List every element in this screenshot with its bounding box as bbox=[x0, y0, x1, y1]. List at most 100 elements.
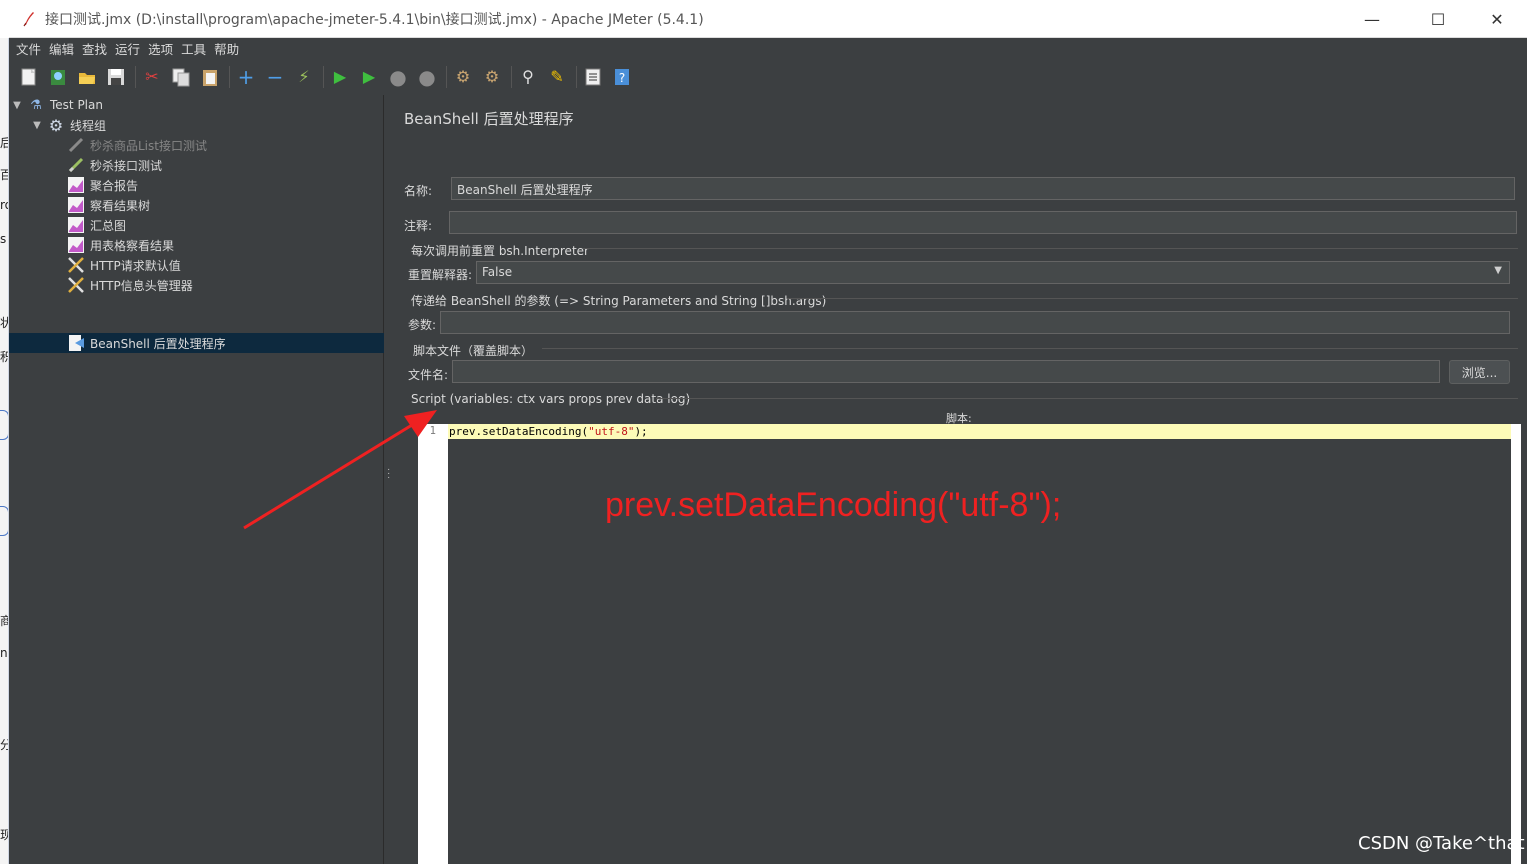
listener-icon bbox=[67, 216, 85, 234]
tree-item-listener[interactable]: 察看结果树 bbox=[67, 195, 150, 215]
tree-item-config[interactable]: HTTP信息头管理器 bbox=[67, 275, 193, 295]
tree-item-sampler[interactable]: 秒杀接口测试 bbox=[67, 155, 162, 175]
tree-item-label: 线程组 bbox=[70, 118, 107, 133]
bg-fragment: ro bbox=[0, 198, 8, 212]
menu-tools[interactable]: 工具 bbox=[177, 39, 210, 58]
tree-item-label: 汇总图 bbox=[90, 218, 127, 233]
reset-interpreter-select[interactable]: False ▼ bbox=[476, 261, 1510, 284]
tree-item-label: Test Plan bbox=[50, 98, 103, 112]
group-border bbox=[583, 248, 1518, 249]
menu-bar: 文件 编辑 查找 运行 选项 工具 帮助 bbox=[9, 38, 1527, 59]
menu-file[interactable]: 文件 bbox=[12, 39, 45, 58]
collapse-icon[interactable]: − bbox=[262, 64, 288, 90]
start-no-pauses-icon[interactable]: ▶ bbox=[356, 64, 382, 90]
bg-fragment: 分 bbox=[0, 736, 8, 753]
window-title-bar[interactable]: 接口测试.jmx (D:\install\program\apache-jmet… bbox=[9, 0, 1527, 38]
splitter-handle[interactable]: · · · bbox=[387, 465, 390, 483]
expand-icon[interactable]: + bbox=[233, 64, 259, 90]
params-group-title: 传递给 BeanShell 的参数 (=> String Parameters … bbox=[411, 294, 827, 308]
tree-item-thread-group[interactable]: ▼ ⚙ 线程组 bbox=[31, 115, 106, 135]
editor-scrollbar[interactable] bbox=[1511, 424, 1521, 864]
panel-heading: BeanShell 后置处理程序 bbox=[404, 110, 574, 128]
browse-button[interactable]: 浏览... bbox=[1449, 360, 1510, 384]
gear-icon: ⚙ bbox=[48, 115, 64, 135]
window-title: 接口测试.jmx (D:\install\program\apache-jmet… bbox=[45, 11, 704, 28]
toolbar-separator bbox=[135, 66, 136, 88]
tree-item-label: 察看结果树 bbox=[90, 198, 151, 213]
tree-item-listener[interactable]: 用表格察看结果 bbox=[67, 235, 174, 255]
script-group-title: Script (variables: ctx vars props prev d… bbox=[411, 392, 691, 406]
menu-help[interactable]: 帮助 bbox=[210, 39, 243, 58]
function-helper-icon[interactable] bbox=[580, 64, 606, 90]
reset-group-title: 每次调用前重置 bsh.Interpreter bbox=[411, 244, 589, 258]
search-icon[interactable]: ⚲ bbox=[515, 64, 541, 90]
params-field[interactable] bbox=[440, 311, 1510, 334]
toolbar-separator bbox=[229, 66, 230, 88]
tree-item-label: 用表格察看结果 bbox=[90, 238, 175, 253]
jmeter-main-window: 文件 编辑 查找 运行 选项 工具 帮助 ✂ + − ⚡ ▶ ▶ ● ● ⚙ ⚙… bbox=[9, 38, 1527, 864]
paste-icon[interactable] bbox=[197, 64, 223, 90]
chevron-down-icon[interactable]: ▼ bbox=[31, 120, 43, 131]
code-token: ); bbox=[634, 425, 648, 438]
tree-item-test-plan[interactable]: ▼ ⚗ Test Plan bbox=[11, 95, 103, 115]
tree-item-config[interactable]: HTTP请求默认值 bbox=[67, 255, 181, 275]
toggle-icon[interactable]: ⚡ bbox=[291, 64, 317, 90]
test-plan-tree: ▼ ⚗ Test Plan ▼ ⚙ 线程组 秒杀商品List接口测试 秒杀接口测… bbox=[9, 95, 384, 864]
code-line[interactable]: prev.setDataEncoding("utf-8"); bbox=[448, 424, 1511, 439]
stop-icon[interactable]: ● bbox=[385, 64, 411, 90]
toolbar: ✂ + − ⚡ ▶ ▶ ● ● ⚙ ⚙ ⚲ ✎ ? bbox=[9, 59, 1527, 95]
menu-edit[interactable]: 编辑 bbox=[45, 39, 78, 58]
name-field[interactable]: BeanShell 后置处理程序 bbox=[451, 177, 1515, 200]
jmeter-feather-icon bbox=[21, 11, 37, 27]
open-icon[interactable] bbox=[74, 64, 100, 90]
sampler-icon bbox=[67, 156, 85, 174]
close-button[interactable]: ✕ bbox=[1474, 0, 1520, 38]
menu-search[interactable]: 查找 bbox=[78, 39, 111, 58]
tree-item-label: HTTP请求默认值 bbox=[90, 258, 181, 273]
listener-icon bbox=[67, 196, 85, 214]
tree-item-beanshell-postprocessor[interactable]: BeanShell 后置处理程序 bbox=[67, 333, 384, 353]
toolbar-separator bbox=[511, 66, 512, 88]
select-value: False bbox=[482, 265, 513, 279]
group-border bbox=[656, 398, 1518, 399]
menu-run[interactable]: 运行 bbox=[111, 39, 144, 58]
bg-fragment: nd bbox=[0, 646, 8, 660]
chevron-down-icon[interactable]: ▼ bbox=[1494, 265, 1502, 276]
listener-icon bbox=[67, 176, 85, 194]
toolbar-separator bbox=[576, 66, 577, 88]
bg-bracket bbox=[0, 410, 8, 440]
new-icon[interactable] bbox=[16, 64, 42, 90]
comment-field[interactable] bbox=[449, 211, 1517, 234]
file-group-title: 脚本文件（覆盖脚本） bbox=[413, 344, 534, 358]
help-icon[interactable]: ? bbox=[609, 64, 635, 90]
save-icon[interactable] bbox=[103, 64, 129, 90]
shutdown-icon[interactable]: ● bbox=[414, 64, 440, 90]
bg-fragment: s bbox=[0, 232, 7, 246]
tree-item-listener[interactable]: 聚合报告 bbox=[67, 175, 138, 195]
tree-item-sampler[interactable]: 秒杀商品List接口测试 bbox=[67, 135, 207, 155]
background-window-edge: 后 百 ro s 状 积 商 nd 分 现 bbox=[0, 38, 9, 864]
cut-icon[interactable]: ✂ bbox=[139, 64, 165, 90]
filename-label: 文件名: bbox=[408, 368, 449, 382]
tree-item-listener[interactable]: 汇总图 bbox=[67, 215, 126, 235]
clear-all-icon[interactable]: ⚙ bbox=[479, 64, 505, 90]
bg-fragment: 百 bbox=[0, 166, 8, 183]
copy-icon[interactable] bbox=[168, 64, 194, 90]
postprocessor-icon bbox=[67, 334, 85, 352]
clear-icon[interactable]: ⚙ bbox=[450, 64, 476, 90]
templates-icon[interactable] bbox=[45, 64, 71, 90]
bg-fragment: 状 bbox=[0, 314, 8, 331]
maximize-button[interactable]: ☐ bbox=[1415, 0, 1461, 38]
params-label: 参数: bbox=[408, 318, 437, 332]
reset-search-icon[interactable]: ✎ bbox=[544, 64, 570, 90]
menu-options[interactable]: 选项 bbox=[144, 39, 177, 58]
minimize-button[interactable]: — bbox=[1349, 0, 1395, 38]
svg-text:?: ? bbox=[619, 71, 625, 85]
filename-field[interactable] bbox=[452, 360, 1440, 383]
start-icon[interactable]: ▶ bbox=[327, 64, 353, 90]
chevron-down-icon[interactable]: ▼ bbox=[11, 100, 23, 111]
bg-fragment: 积 bbox=[0, 348, 8, 365]
tree-item-label: 聚合报告 bbox=[90, 178, 139, 193]
toolbar-separator bbox=[323, 66, 324, 88]
bg-fragment: 现 bbox=[0, 826, 8, 843]
